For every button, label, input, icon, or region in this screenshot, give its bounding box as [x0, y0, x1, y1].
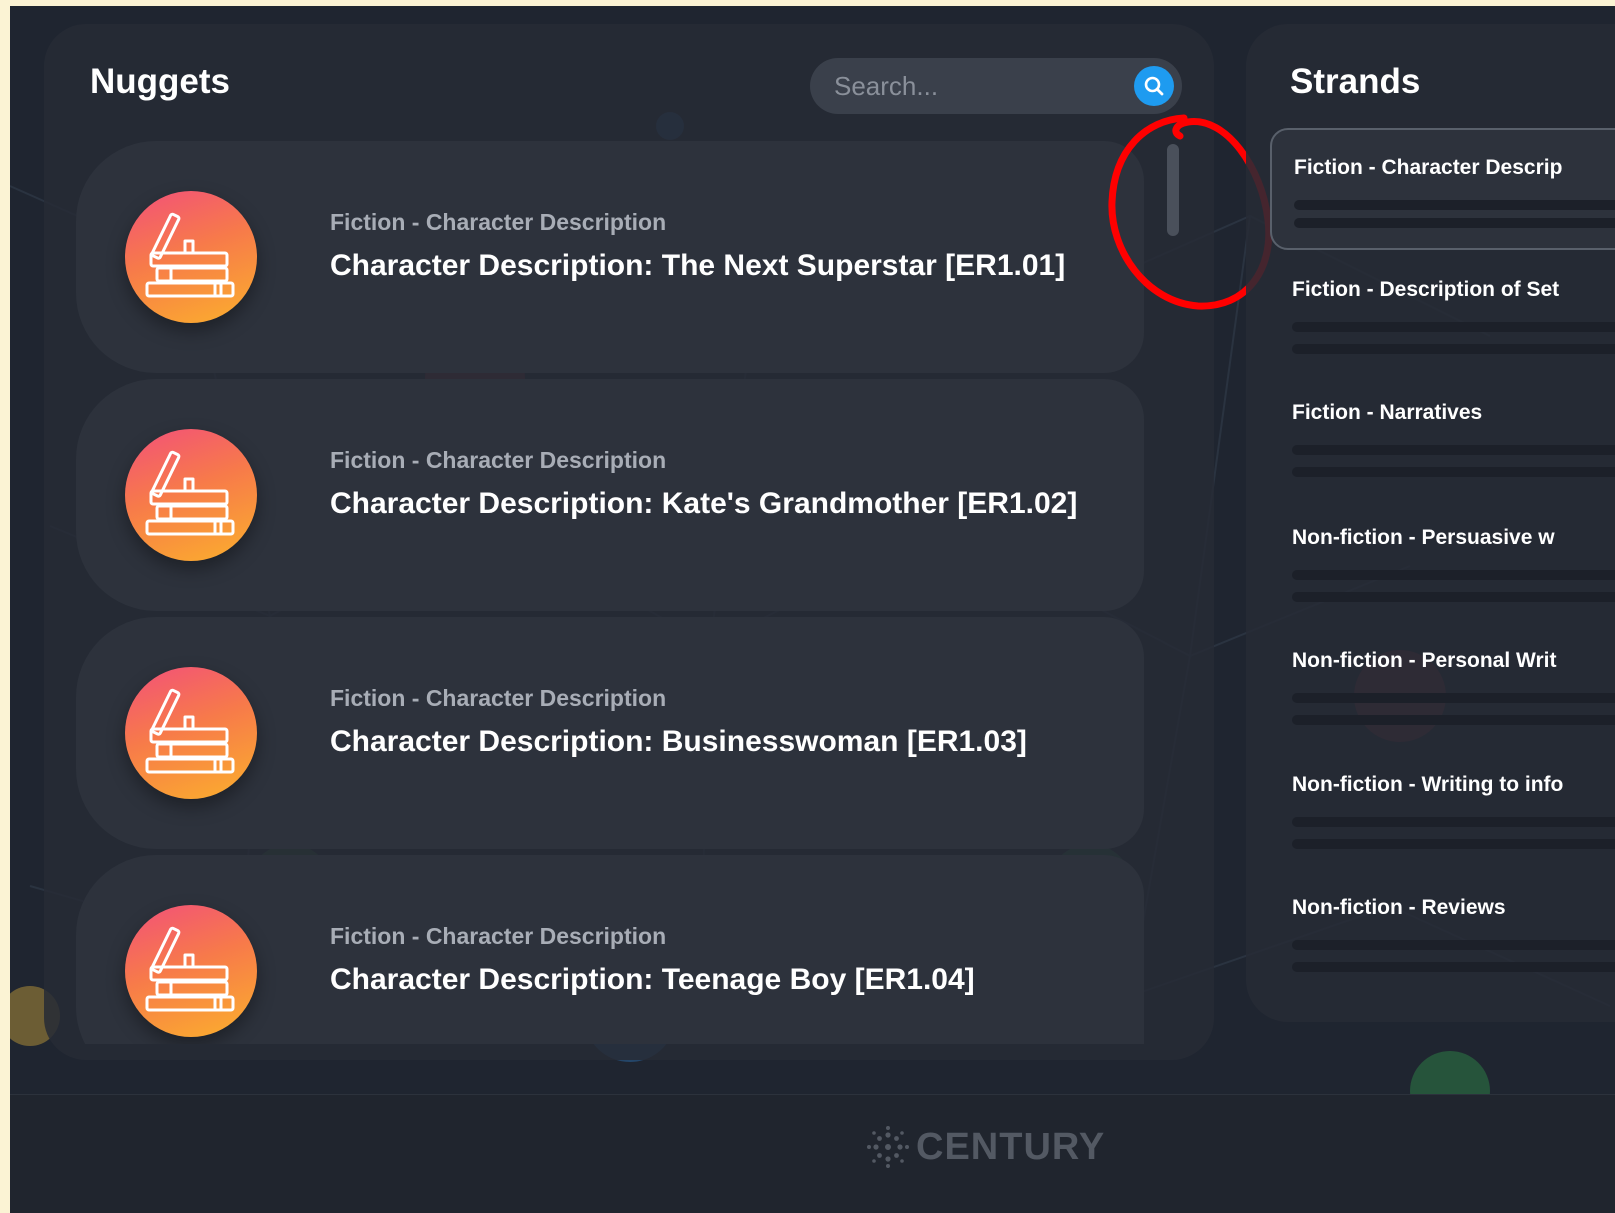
century-logo-icon	[867, 1126, 909, 1168]
search-icon	[1144, 76, 1164, 96]
strand-item[interactable]: Non-fiction - Writing to info	[1270, 747, 1615, 869]
strand-progress-bar	[1292, 817, 1615, 827]
books-icon	[125, 429, 257, 561]
strand-progress-bar	[1292, 839, 1615, 849]
nugget-card[interactable]: Fiction - Character Description Characte…	[76, 617, 1144, 849]
strand-progress-bar	[1292, 940, 1615, 950]
strand-item[interactable]: Non-fiction - Personal Writ	[1270, 623, 1615, 745]
strand-progress-bar	[1292, 715, 1615, 725]
strand-progress-bar	[1294, 218, 1615, 228]
strand-item[interactable]: Non-fiction - Persuasive w	[1270, 500, 1615, 622]
books-icon	[125, 905, 257, 1037]
century-logo-text: CENTURY	[916, 1125, 1106, 1168]
strand-progress-bar	[1292, 962, 1615, 972]
books-icon	[125, 191, 257, 323]
strand-item[interactable]: Fiction - Narratives	[1270, 375, 1615, 497]
strand-label: Fiction - Description of Set	[1292, 278, 1560, 301]
strand-progress-bar	[1292, 592, 1615, 602]
strand-label: Non-fiction - Reviews	[1292, 896, 1506, 919]
strand-progress-bar	[1292, 570, 1615, 580]
nugget-strand: Fiction - Character Description	[330, 447, 667, 473]
strand-progress-bar	[1292, 693, 1615, 703]
strand-item[interactable]: Fiction - Character Descrip	[1270, 128, 1615, 250]
nugget-title: Character Description: Businesswoman [ER…	[330, 725, 1027, 758]
nugget-strand: Fiction - Character Description	[330, 923, 667, 949]
strand-label: Fiction - Character Descrip	[1294, 156, 1563, 179]
nuggets-list: Fiction - Character Description Characte…	[76, 141, 1144, 1044]
search-input[interactable]	[834, 58, 1124, 114]
nuggets-panel: Nuggets Search... Fiction - Character De…	[44, 24, 1214, 1060]
strand-progress-bar	[1292, 445, 1615, 455]
nugget-card[interactable]: Fiction - Character Description Characte…	[76, 141, 1144, 373]
strand-label: Fiction - Narratives	[1292, 401, 1483, 424]
century-logo: CENTURY	[866, 1125, 1105, 1169]
nugget-title: Character Description: Kate's Grandmothe…	[330, 487, 1078, 520]
strand-label: Non-fiction - Persuasive w	[1292, 526, 1555, 549]
nugget-card[interactable]: Fiction - Character Description Characte…	[76, 379, 1144, 611]
strand-label: Non-fiction - Writing to info	[1292, 773, 1564, 796]
strand-progress-bar	[1292, 344, 1615, 354]
search-button[interactable]	[1134, 66, 1174, 106]
books-icon	[125, 667, 257, 799]
nugget-strand: Fiction - Character Description	[330, 209, 667, 235]
nuggets-title: Nuggets	[90, 62, 230, 101]
nugget-strand: Fiction - Character Description	[330, 685, 667, 711]
strands-panel: Strands Fiction - Character Descrip Fict…	[1246, 24, 1615, 1022]
strand-item[interactable]: Non-fiction - Reviews	[1270, 870, 1615, 992]
strand-item[interactable]: Fiction - Description of Set	[1270, 252, 1615, 374]
app-window: Nuggets Search... Fiction - Character De…	[10, 6, 1615, 1213]
nugget-card[interactable]: Fiction - Character Description Characte…	[76, 855, 1144, 1044]
strand-progress-bar	[1292, 467, 1615, 477]
strand-label: Non-fiction - Personal Writ	[1292, 649, 1557, 672]
nugget-title: Character Description: The Next Supersta…	[330, 249, 1066, 282]
footer: CENTURY	[10, 1094, 1615, 1213]
strand-progress-bar	[1294, 200, 1615, 210]
nugget-title: Character Description: Teenage Boy [ER1.…	[330, 963, 975, 996]
strand-progress-bar	[1292, 322, 1615, 332]
search-box	[810, 58, 1182, 114]
strands-title: Strands	[1290, 62, 1421, 101]
